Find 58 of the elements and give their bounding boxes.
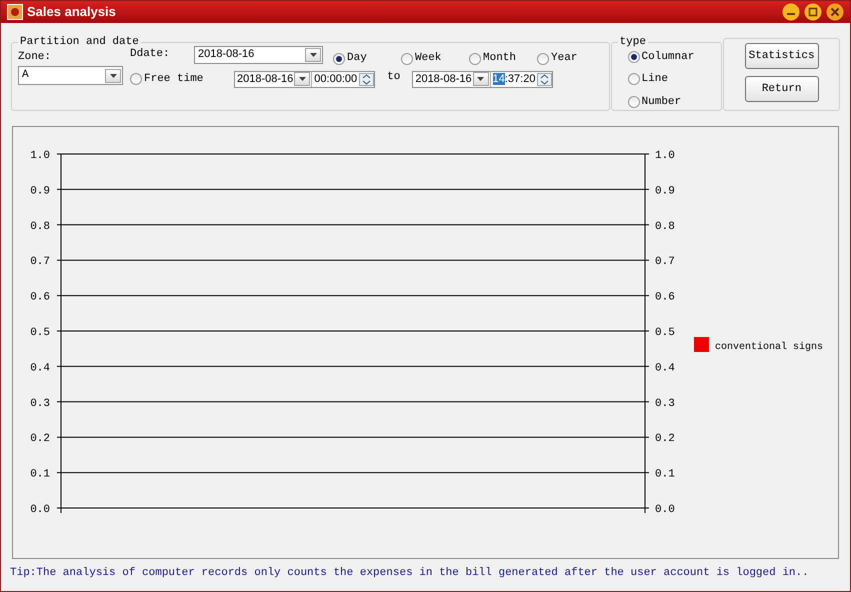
- tick-label: 0.9: [655, 185, 675, 198]
- zone-dropdown[interactable]: A: [18, 66, 123, 85]
- tick-label: 0.1: [655, 468, 675, 481]
- dropdown-button[interactable]: [305, 48, 321, 62]
- radio-label: Free time: [144, 72, 204, 87]
- dropdown-button[interactable]: [105, 68, 121, 82]
- radio-label: Line: [642, 72, 668, 87]
- tick-label: 0.4: [30, 362, 50, 374]
- tick-label: 0.2: [655, 433, 675, 446]
- radio-label: Columnar: [642, 50, 694, 64]
- tick-label: 0.2: [30, 433, 50, 446]
- date-dropdown[interactable]: 2018-08-16: [194, 46, 323, 64]
- window-title: Sales analysis: [27, 3, 116, 22]
- tick-label: 0.8: [655, 220, 675, 233]
- tick-label: 0.8: [30, 220, 50, 233]
- tick-label: 1.0: [655, 150, 675, 162]
- app-icon: [7, 4, 23, 20]
- radio-label: Month: [483, 51, 516, 66]
- radio-button[interactable]: [537, 52, 549, 64]
- action-button[interactable]: Statistics: [744, 43, 819, 69]
- tick-label: 0.1: [30, 468, 50, 481]
- field-label: Ddate:: [130, 47, 171, 62]
- tick-label: 0.3: [30, 398, 50, 410]
- legend-label: conventional signs: [715, 342, 824, 353]
- action-button[interactable]: Return: [744, 76, 819, 102]
- tick-label: 0.0: [655, 504, 675, 516]
- radio-button[interactable]: [333, 52, 345, 64]
- radio-button[interactable]: [130, 73, 142, 85]
- radio-label: Week: [415, 51, 442, 66]
- radio-button[interactable]: [628, 73, 640, 86]
- tick-label: 0.0: [30, 504, 50, 516]
- tick-label: 0.5: [30, 327, 50, 339]
- caret-icon: [110, 74, 116, 78]
- tick-label: 1.0: [30, 150, 50, 162]
- close-icon[interactable]: [826, 3, 844, 21]
- radio-label: Number: [642, 94, 682, 110]
- group-title: type: [618, 35, 647, 50]
- tick-label: 0.6: [30, 292, 50, 304]
- tick-label: 0.4: [655, 362, 675, 374]
- radio-label: Year: [551, 51, 578, 66]
- caret-icon: [310, 52, 316, 56]
- tip-text: Tip:The analysis of computer records only counts the expenses in the bill generated after the user account is logged in..: [10, 566, 810, 581]
- field-label: Zone:: [18, 50, 52, 64]
- minimize-icon[interactable]: [782, 3, 800, 21]
- radio-button[interactable]: [401, 52, 413, 64]
- tick-label: 0.6: [655, 292, 675, 304]
- tick-label: 0.3: [655, 398, 675, 410]
- tick-label: 0.7: [30, 256, 50, 268]
- tick-label: 0.7: [655, 256, 675, 268]
- radio-button[interactable]: [628, 50, 640, 63]
- maximize-icon[interactable]: [804, 3, 822, 21]
- tick-label: 0.5: [655, 327, 675, 339]
- radio-button[interactable]: [469, 52, 481, 64]
- group-title: Partition and date: [19, 35, 140, 48]
- radio-button[interactable]: [628, 96, 640, 108]
- radio-label: Day: [347, 51, 367, 66]
- range-label: to: [387, 70, 400, 85]
- tick-label: 0.9: [30, 185, 50, 198]
